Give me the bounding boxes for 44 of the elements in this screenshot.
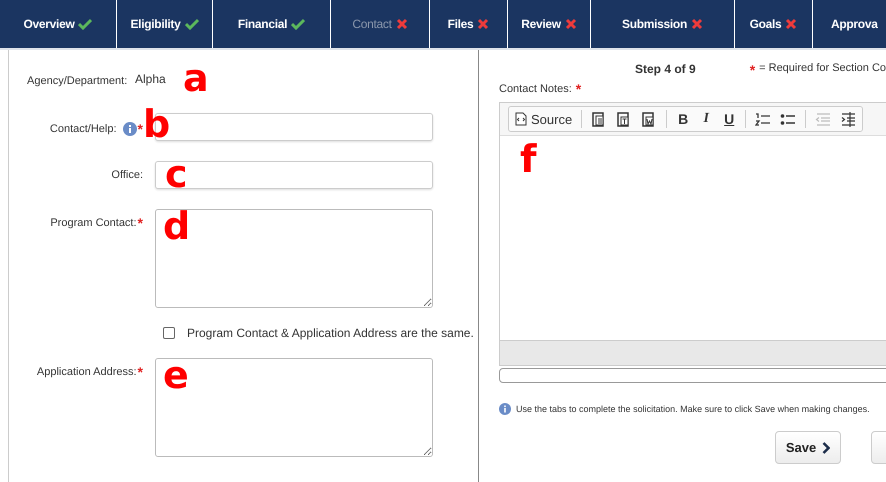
checkbox-label: Program Contact & Application Address are the same. (187, 326, 474, 340)
annotation-letter: f (520, 140, 537, 178)
document-icon (515, 112, 527, 126)
checkbox[interactable] (163, 327, 175, 339)
annotation-letter: d (163, 207, 190, 245)
tab[interactable]: Review (507, 0, 590, 48)
field-label: Contact Notes: (499, 83, 572, 95)
required-indicator: * (750, 62, 756, 76)
annotation-letter: a (183, 59, 209, 97)
required-indicator: * (138, 121, 143, 137)
tab[interactable]: Contact (330, 0, 429, 48)
italic-button[interactable]: I (699, 111, 714, 127)
step-indicator: Step 4 of 9 (635, 62, 696, 76)
field-label: Contact/Help: (50, 123, 117, 135)
tab[interactable]: Eligibility (116, 0, 212, 48)
input-field[interactable] (155, 161, 433, 189)
bold-button[interactable]: B (676, 111, 690, 127)
numbered-list-icon[interactable] (755, 110, 772, 128)
field-label: Office: (111, 169, 143, 181)
tab[interactable]: Files (429, 0, 507, 48)
annotation-letter: e (163, 356, 189, 394)
tab[interactable]: Submission (590, 0, 734, 48)
annotation-letter: b (143, 105, 170, 143)
field-value: Alpha (135, 72, 166, 86)
field-label: Agency/Department: (27, 75, 128, 87)
save-button[interactable]: Save (775, 431, 841, 464)
required-indicator: * (138, 215, 143, 231)
tab[interactable]: Financial (212, 0, 330, 48)
field-label: Program Contact: (50, 217, 137, 229)
annotation-letter: c (165, 155, 188, 193)
tab[interactable]: Approva (812, 0, 886, 48)
field-label: Application Address: (36, 366, 137, 378)
required-indicator: * (576, 81, 582, 97)
indent-icon[interactable] (840, 110, 856, 128)
required-indicator: * (138, 364, 143, 380)
underline-button[interactable]: U (722, 111, 736, 127)
source-button[interactable]: Source (515, 112, 572, 126)
tab[interactable]: Overview (0, 0, 116, 48)
tab[interactable]: Goals (734, 0, 812, 48)
info-icon (499, 403, 511, 415)
hint-text: Use the tabs to complete the solicitation. Make sure to click Save when making changes. (516, 404, 870, 414)
chevron-icon (822, 442, 830, 454)
legend-text: = Required for Section Co (759, 62, 886, 76)
rich-text-editor[interactable]: Source B I U f (499, 102, 886, 366)
